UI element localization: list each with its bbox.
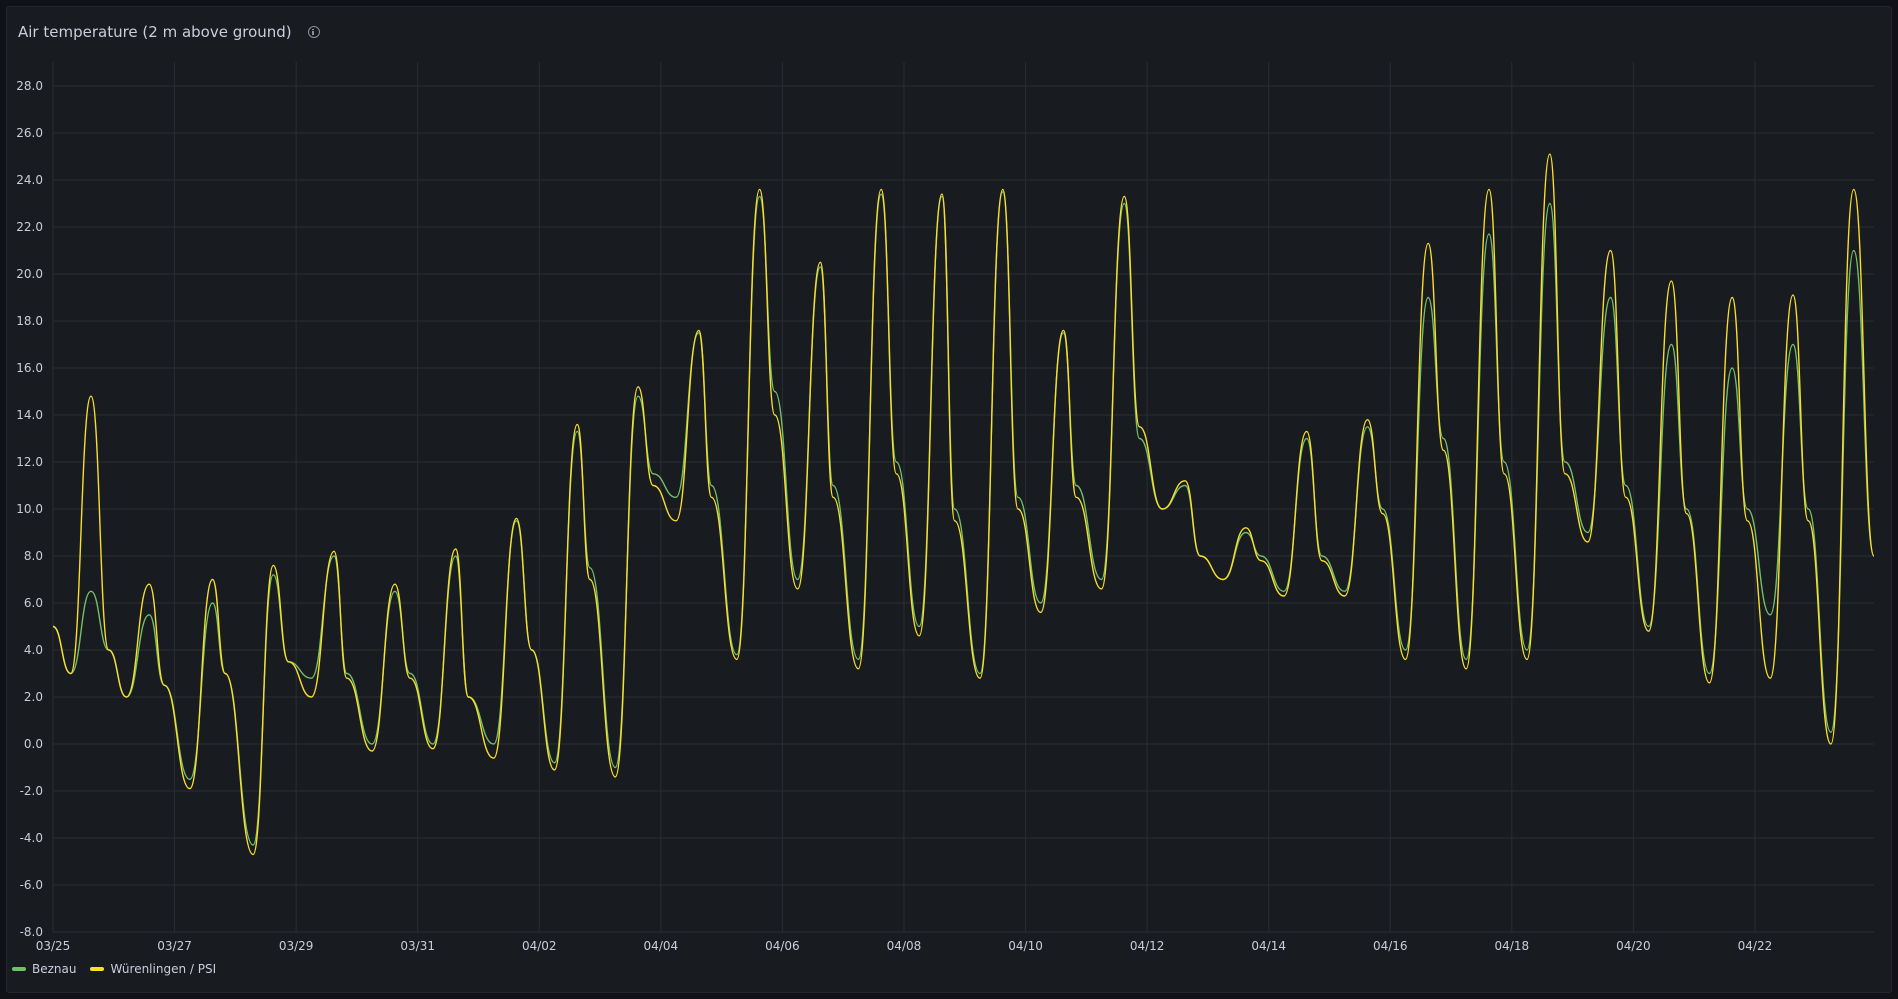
x-axis: 03/25 03/27 03/29 03/31 04/02 04/04 04/06 04/08… xyxy=(36,939,1773,953)
legend-label-wurenlingen: Würenlingen / PSI xyxy=(110,962,217,976)
x-tick-label: 03/31 xyxy=(400,939,435,953)
x-tick-label: 04/04 xyxy=(644,939,679,953)
y-tick-label: 28.0 xyxy=(16,79,43,93)
x-tick-label: 04/02 xyxy=(522,939,557,953)
y-tick-label: 24.0 xyxy=(16,173,43,187)
x-tick-label: 04/22 xyxy=(1738,939,1773,953)
legend-label-beznau: Beznau xyxy=(32,962,77,976)
series-line-wurenlingen[interactable] xyxy=(52,153,1875,856)
y-tick-label: 10.0 xyxy=(16,502,43,516)
y-tick-label: 14.0 xyxy=(16,408,43,422)
x-tick-label: 04/10 xyxy=(1008,939,1043,953)
y-tick-label: 26.0 xyxy=(16,126,43,140)
x-tick-label: 03/27 xyxy=(157,939,192,953)
y-tick-label: -2.0 xyxy=(20,784,43,798)
legend-item-wurenlingen[interactable]: Würenlingen / PSI xyxy=(90,962,216,976)
y-tick-label: 20.0 xyxy=(16,267,43,281)
x-tick-label: 04/16 xyxy=(1373,939,1408,953)
y-tick-label: -6.0 xyxy=(20,878,43,892)
x-tick-label: 04/12 xyxy=(1130,939,1165,953)
y-tick-label: -4.0 xyxy=(20,831,43,845)
y-tick-label: 12.0 xyxy=(16,455,43,469)
temperature-line-chart: 28.0 26.0 24.0 22.0 20.0 18.0 16.0 14.0 12.0 10.0… xyxy=(16,62,1875,953)
legend-swatch-wurenlingen xyxy=(90,967,105,971)
x-tick-label: 03/29 xyxy=(279,939,314,953)
y-tick-label: 0.0 xyxy=(24,737,43,751)
x-tick-label: 04/06 xyxy=(765,939,800,953)
x-tick-label: 04/18 xyxy=(1495,939,1530,953)
x-tick-label: 04/08 xyxy=(887,939,922,953)
x-tick-label: 03/25 xyxy=(36,939,71,953)
x-tick-label: 04/20 xyxy=(1616,939,1651,953)
y-tick-label: 22.0 xyxy=(16,220,43,234)
y-tick-label: 2.0 xyxy=(24,690,43,704)
y-tick-label: 4.0 xyxy=(24,643,43,657)
y-tick-label: -8.0 xyxy=(20,925,43,939)
y-axis: 28.0 26.0 24.0 22.0 20.0 18.0 16.0 14.0 12.0 10.0… xyxy=(16,79,43,939)
legend-item-beznau[interactable]: Beznau xyxy=(12,962,76,976)
grid-layer xyxy=(52,62,1874,933)
legend-swatch-beznau xyxy=(12,967,26,971)
y-tick-label: 18.0 xyxy=(16,314,43,328)
x-tick-label: 04/14 xyxy=(1251,939,1286,953)
series-line-beznau[interactable] xyxy=(52,191,1875,846)
legend: Beznau Würenlingen / PSI xyxy=(12,962,216,976)
y-tick-label: 16.0 xyxy=(16,361,43,375)
y-tick-label: 6.0 xyxy=(24,596,43,610)
series-layer xyxy=(52,153,1875,856)
y-tick-label: 8.0 xyxy=(24,549,43,563)
